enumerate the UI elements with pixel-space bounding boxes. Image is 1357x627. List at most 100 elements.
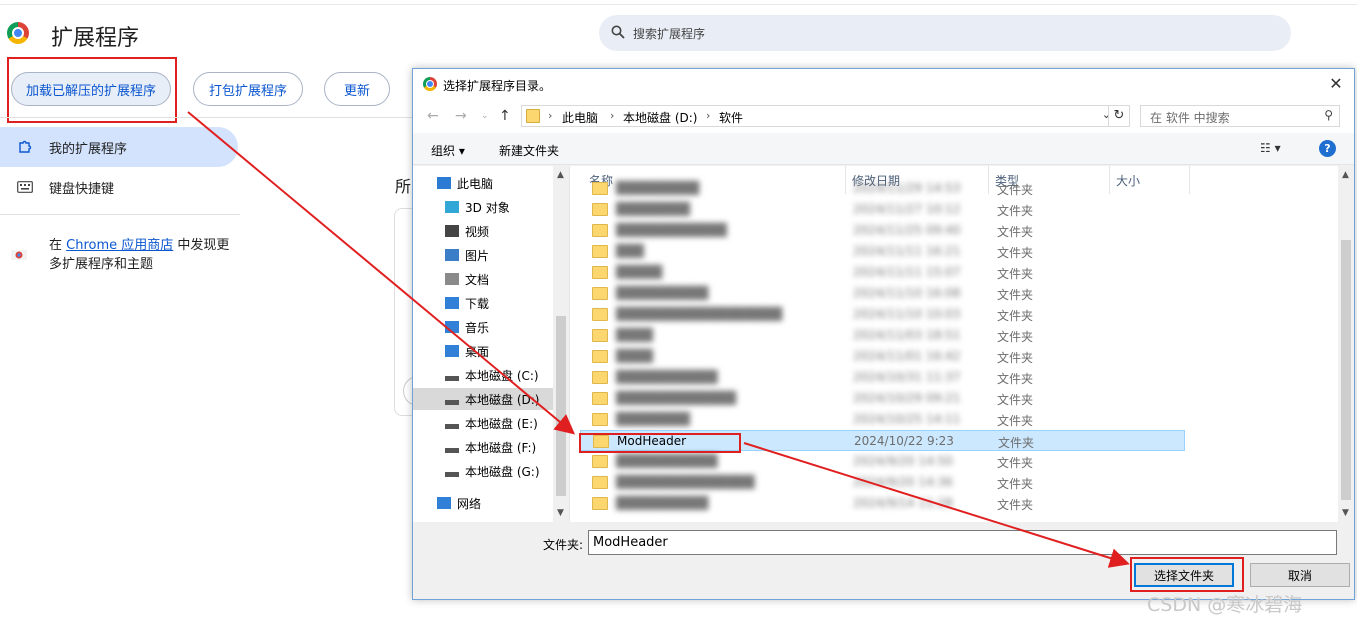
file-name: ████ — [616, 328, 653, 342]
up-arrow-icon[interactable]: ↑ — [499, 108, 511, 124]
file-row[interactable]: ███████████████ 2024/9/20 14:36 文件夹 — [580, 472, 1185, 493]
sidebar-item-label: 键盘快捷键 — [49, 181, 115, 197]
file-name: ███ — [616, 244, 644, 258]
list-scrollbar[interactable]: ▲ ▼ — [1338, 166, 1354, 522]
navigation-tree: 此电脑 3D 对象 视频 图片 文档 下载 音乐 桌面 本地磁盘 (C:) 本地磁盘 (D:) 本地… — [413, 166, 569, 522]
file-row[interactable]: █████████ 2024/11/29 14:53 文件夹 — [580, 178, 1185, 199]
header-divider — [0, 117, 412, 118]
folder-icon — [592, 266, 608, 279]
list-scroll-thumb[interactable] — [1341, 240, 1351, 500]
tree-scroll-thumb[interactable] — [556, 316, 566, 496]
file-row[interactable]: ██████████████████ 2024/11/10 10:03 文件夹 — [580, 304, 1185, 325]
folder-search-input[interactable]: 在 软件 中搜索 ⚲ — [1140, 105, 1340, 127]
address-bar[interactable]: › 此电脑 › 本地磁盘 (D:) › 软件 ⌄ — [521, 105, 1116, 127]
file-date: 2024/10/22 9:23 — [854, 434, 954, 448]
sidebar-item-shortcuts[interactable]: 键盘快捷键 — [0, 167, 114, 207]
tree-item[interactable]: 音乐 — [413, 316, 553, 338]
file-type: 文件夹 — [997, 456, 1034, 470]
cancel-button[interactable]: 取消 — [1250, 563, 1350, 587]
sidebar-item-my-extensions[interactable]: 我的扩展程序 — [0, 127, 238, 167]
file-row[interactable]: ████ 2024/11/01 16:42 文件夹 — [580, 346, 1185, 367]
tree-item-label: 网络 — [457, 496, 482, 511]
new-folder-button[interactable]: 新建文件夹 — [499, 142, 559, 159]
file-name: ████████ — [616, 412, 690, 426]
file-row[interactable]: ███ 2024/11/11 16:21 文件夹 — [580, 241, 1185, 262]
scroll-down-icon[interactable]: ▼ — [557, 508, 564, 518]
file-row[interactable]: ███████████ 2024/10/31 11:37 文件夹 — [580, 367, 1185, 388]
file-name: ████████ — [616, 202, 690, 216]
scroll-down-icon[interactable]: ▼ — [1342, 508, 1349, 518]
tree-item-label: 本地磁盘 (C:) — [465, 368, 539, 383]
file-name: ████████████ — [616, 223, 727, 237]
file-type: 文件夹 — [997, 498, 1034, 512]
organize-menu[interactable]: 组织 ▾ — [431, 142, 465, 159]
dialog-titlebar: 选择扩展程序目录。 ✕ — [413, 69, 1354, 99]
watermark: CSDN @寒冰碧海 — [1147, 594, 1303, 616]
documents-icon — [445, 273, 459, 285]
tree-item[interactable]: 本地磁盘 (C:) — [413, 364, 553, 386]
tree-item[interactable]: 3D 对象 — [413, 196, 553, 218]
download-icon — [445, 297, 459, 309]
file-row[interactable]: █████████████ 2024/10/29 09:21 文件夹 — [580, 388, 1185, 409]
update-button[interactable]: 更新 — [324, 72, 390, 106]
tree-item[interactable]: 图片 — [413, 244, 553, 266]
file-name: ██████████ — [616, 286, 709, 300]
chrome-small-icon — [423, 77, 437, 91]
video-icon — [445, 225, 459, 237]
web-store-link[interactable]: Chrome 应用商店 — [66, 238, 173, 253]
tree-item[interactable]: 本地磁盘 (D:) — [413, 388, 553, 410]
tree-item[interactable]: 下载 — [413, 292, 553, 314]
tree-item[interactable]: 桌面 — [413, 340, 553, 362]
pc-icon — [437, 177, 451, 189]
tree-item-label: 视频 — [465, 224, 490, 239]
file-date: 2024/11/01 16:42 — [853, 349, 961, 363]
pictures-icon — [445, 249, 459, 261]
tree-item-label: 本地磁盘 (G:) — [465, 464, 540, 479]
breadcrumb-drive-d[interactable]: 本地磁盘 (D:) — [623, 109, 697, 126]
tree-item[interactable]: 此电脑 — [413, 172, 553, 194]
file-row[interactable]: ██████████ 2024/11/10 16:08 文件夹 — [580, 283, 1185, 304]
tree-item-label: 本地磁盘 (F:) — [465, 440, 537, 455]
file-row[interactable]: ████ 2024/11/03 18:51 文件夹 — [580, 325, 1185, 346]
scroll-up-icon[interactable]: ▲ — [557, 170, 564, 180]
file-name: █████ — [616, 265, 663, 279]
tree-item-label: 文档 — [465, 272, 490, 287]
file-row[interactable]: ███████████ 2024/9/20 14:50 文件夹 — [580, 451, 1185, 472]
close-icon[interactable]: ✕ — [1326, 74, 1346, 94]
tree-item[interactable]: 本地磁盘 (F:) — [413, 436, 553, 458]
file-type: 文件夹 — [997, 204, 1034, 218]
file-row[interactable]: ████████ 2024/11/27 10:12 文件夹 — [580, 199, 1185, 220]
file-row[interactable]: ████████ 2024/10/25 14:11 文件夹 — [580, 409, 1185, 430]
breadcrumb-software[interactable]: 软件 — [719, 109, 743, 126]
tree-item[interactable]: 视频 — [413, 220, 553, 242]
file-row[interactable]: ██████████ 2024/9/14 11:28 文件夹 — [580, 493, 1185, 514]
refresh-icon[interactable]: ↻ — [1108, 105, 1130, 127]
file-type: 文件夹 — [997, 414, 1034, 428]
tree-item[interactable]: 本地磁盘 (E:) — [413, 412, 553, 434]
tree-item[interactable]: 网络 — [413, 492, 553, 514]
tree-item[interactable]: 本地磁盘 (G:) — [413, 460, 553, 482]
pack-extension-button[interactable]: 打包扩展程序 — [193, 72, 303, 106]
breadcrumb-this-pc[interactable]: 此电脑 — [562, 109, 598, 126]
back-arrow-icon[interactable]: ← — [427, 108, 439, 124]
extension-search-box[interactable]: 搜索扩展程序 — [599, 15, 1291, 51]
drive-icon — [445, 447, 459, 453]
sidebar-divider — [0, 214, 240, 215]
view-options-icon[interactable]: ☷ ▾ — [1260, 141, 1281, 155]
file-date: 2024/11/29 14:53 — [853, 181, 961, 195]
file-row[interactable]: ████████████ 2024/11/25 09:40 文件夹 — [580, 220, 1185, 241]
navigation-bar: ← → ⌄ ↑ › 此电脑 › 本地磁盘 (D:) › 软件 ⌄ ↻ 在 软件 … — [413, 99, 1354, 133]
web-store-promo: 在 Chrome 应用商店 中发现更多扩展程序和主题 — [49, 236, 239, 274]
scroll-up-icon[interactable]: ▲ — [1342, 170, 1349, 180]
recent-dropdown-icon[interactable]: ⌄ — [481, 111, 489, 121]
forward-arrow-icon[interactable]: → — [455, 108, 467, 124]
file-name: ██████████████████ — [616, 307, 783, 321]
file-row[interactable]: █████ 2024/11/11 15:07 文件夹 — [580, 262, 1185, 283]
help-icon[interactable]: ? — [1319, 140, 1336, 157]
file-date: 2024/11/11 15:07 — [853, 265, 961, 279]
file-name: ████ — [616, 349, 653, 363]
folder-name-input[interactable] — [588, 530, 1337, 555]
tree-item[interactable]: 文档 — [413, 268, 553, 290]
folder-search-placeholder: 在 软件 中搜索 — [1150, 111, 1230, 125]
tree-scrollbar[interactable]: ▲ ▼ — [553, 166, 569, 522]
